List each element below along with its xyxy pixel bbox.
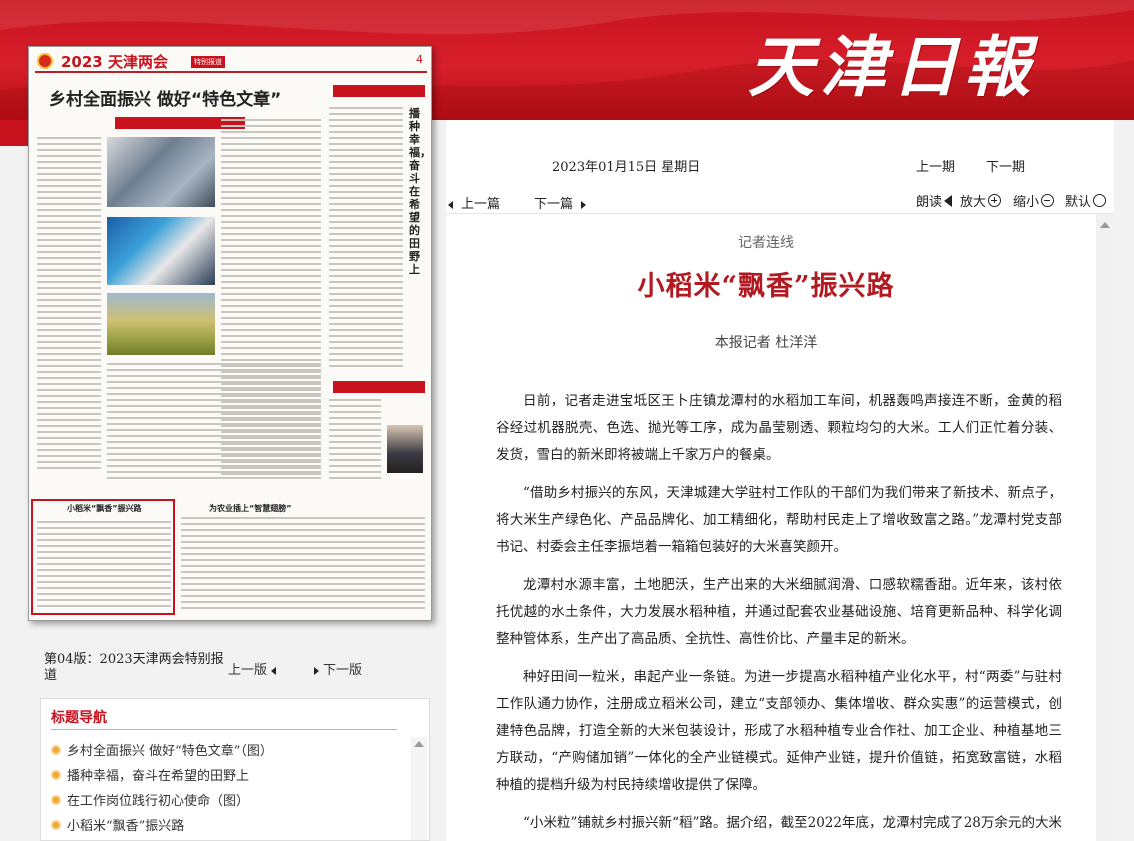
title-nav-item[interactable]: 在工作岗位践行初心使命（图） <box>51 787 401 812</box>
page-info: 第04版：2023天津两会特别报道 <box>44 652 224 683</box>
masthead-logo[interactable]: 天津日報 <box>748 14 1036 110</box>
read-aloud-label: 朗读 <box>916 195 943 210</box>
bullet-icon <box>51 744 61 755</box>
plus-circle-icon <box>988 194 1002 207</box>
title-nav-item-label: 在工作岗位践行初心使命（图） <box>67 794 250 809</box>
article-paragraph: “借助乡村振兴的东风，天津城建大学驻村工作队的干部们为我们带来了新技术、新点子，… <box>496 485 1062 555</box>
next-version-label: 下一版 <box>323 663 363 678</box>
default-size-button[interactable]: 默认 <box>1065 191 1107 210</box>
minus-circle-icon <box>1041 194 1055 207</box>
newspaper-page-thumbnail[interactable]: 2023 天津两会 特别报道 4 乡村全面振兴 做好“特色文章” 播种幸福，奋斗… <box>28 46 432 621</box>
article-panel: 2023年01月15日 星期日 上一期 下一期 上一篇 下一篇 朗读 放大 缩小… <box>446 120 1114 841</box>
paper-section-bar <box>333 381 425 393</box>
paper-photo[interactable] <box>107 217 215 285</box>
prev-article-label: 上一篇 <box>461 197 501 212</box>
title-nav-list: 乡村全面振兴 做好“特色文章”（图） 播种幸福，奋斗在希望的田野上 在工作岗位践… <box>51 737 401 837</box>
divider <box>51 729 397 730</box>
bullet-icon <box>51 819 61 830</box>
paper-vertical-title[interactable]: 播种幸福，奋斗在希望的田野上 <box>409 107 431 276</box>
next-article-link[interactable]: 下一篇 <box>534 193 587 212</box>
title-nav-item[interactable]: 乡村全面振兴 做好“特色文章”（图） <box>51 737 401 762</box>
speaker-icon <box>944 194 953 207</box>
article-body: 记者连线 小稻米“飘香”振兴路 本报记者 杜洋洋 日前，记者走进宝坻区王卜庄镇龙… <box>446 214 1094 841</box>
scroll-up-icon[interactable] <box>414 741 424 747</box>
caret-left-icon <box>448 200 453 209</box>
paper-text-column <box>107 363 321 483</box>
article-paragraph: “小米粒”铺就乡村振兴新“稻”路。据介绍，截至2022年底，龙潭村完成了28万余… <box>523 815 1062 831</box>
bullet-icon <box>51 794 61 805</box>
default-size-label: 默认 <box>1065 195 1092 210</box>
paper-headline[interactable]: 乡村全面振兴 做好“特色文章” <box>49 85 281 110</box>
caret-right-icon <box>581 200 587 209</box>
article-title: 小稻米“飘香”振兴路 <box>637 271 895 302</box>
article-column-label: 记者连线 <box>738 235 794 251</box>
zoom-out-label: 缩小 <box>1013 195 1040 210</box>
article-content: 日前，记者走进宝坻区王卜庄镇龙潭村的水稻加工车间，机器轰鸣声接连不断，金黄的稻谷… <box>496 388 1062 841</box>
paper-brand: 2023 天津两会 <box>61 53 168 71</box>
paper-photo[interactable] <box>107 137 215 207</box>
paper-text-column <box>181 517 425 613</box>
read-aloud-button[interactable]: 朗读 <box>916 191 954 210</box>
zoom-in-button[interactable]: 放大 <box>960 191 1002 210</box>
article-paragraph: 龙潭村水源丰富，土地肥沃，生产出来的大米细腻润滑、口感软糯香甜。近年来，该村依托… <box>496 577 1062 647</box>
title-nav-item[interactable]: 小稻米“飘香”振兴路 <box>51 812 401 837</box>
caret-right-icon <box>314 666 319 675</box>
next-issue-link[interactable]: 下一期 <box>986 156 1025 175</box>
paper-tag: 特别报道 <box>191 56 225 68</box>
article-scrollbar[interactable] <box>1096 214 1114 841</box>
article-paragraph: 种好田间一粒米，串起产业一条链。为进一步提高水稻种植产业化水平，村“两委”与驻村… <box>496 669 1062 793</box>
prev-article-link[interactable]: 上一篇 <box>448 193 500 212</box>
emblem-icon <box>37 53 53 69</box>
prev-version-link[interactable]: 上一版 <box>228 659 277 678</box>
issue-date: 2023年01月15日 星期日 <box>552 160 701 175</box>
article-paragraph: 日前，记者走进宝坻区王卜庄镇龙潭村的水稻加工车间，机器轰鸣声接连不断，金黄的稻谷… <box>496 393 1062 463</box>
paper-text-column <box>329 399 381 483</box>
highlight-article-title[interactable]: 小稻米“飘香”振兴路 <box>67 503 142 514</box>
title-nav-item[interactable]: 播种幸福，奋斗在希望的田野上 <box>51 762 401 787</box>
title-nav-panel: 标题导航 乡村全面振兴 做好“特色文章”（图） 播种幸福，奋斗在希望的田野上 在… <box>40 698 430 841</box>
circle-icon <box>1093 194 1107 207</box>
paper-sub-title[interactable]: 为农业插上“智慧翅膀” <box>209 503 292 514</box>
zoom-out-button[interactable]: 缩小 <box>1013 191 1055 210</box>
current-article-highlight[interactable] <box>31 499 175 615</box>
prev-issue-link[interactable]: 上一期 <box>916 156 955 175</box>
prev-version-label: 上一版 <box>228 663 268 678</box>
paper-header: 2023 天津两会 特别报道 4 <box>35 51 427 73</box>
title-nav-heading: 标题导航 <box>51 710 107 726</box>
paper-text-column <box>37 137 101 473</box>
article-byline: 本报记者 杜洋洋 <box>714 335 818 351</box>
scroll-up-icon[interactable] <box>1100 222 1110 228</box>
paper-section-bar <box>333 85 425 97</box>
paper-text-column <box>329 107 403 371</box>
title-nav-item-label: 乡村全面振兴 做好“特色文章”（图） <box>67 744 273 759</box>
bullet-icon <box>51 769 61 780</box>
title-nav-scrollbar[interactable] <box>411 737 427 840</box>
paper-portrait-photo[interactable] <box>387 425 423 473</box>
paper-page-number: 4 <box>416 53 423 66</box>
zoom-in-label: 放大 <box>960 195 987 210</box>
caret-left-icon <box>271 666 277 675</box>
next-article-label: 下一篇 <box>534 197 574 212</box>
paper-photo[interactable] <box>107 293 215 355</box>
next-version-link[interactable]: 下一版 <box>314 659 362 678</box>
title-nav-item-label: 小稻米“飘香”振兴路 <box>67 819 185 834</box>
title-nav-item-label: 播种幸福，奋斗在希望的田野上 <box>67 769 250 784</box>
